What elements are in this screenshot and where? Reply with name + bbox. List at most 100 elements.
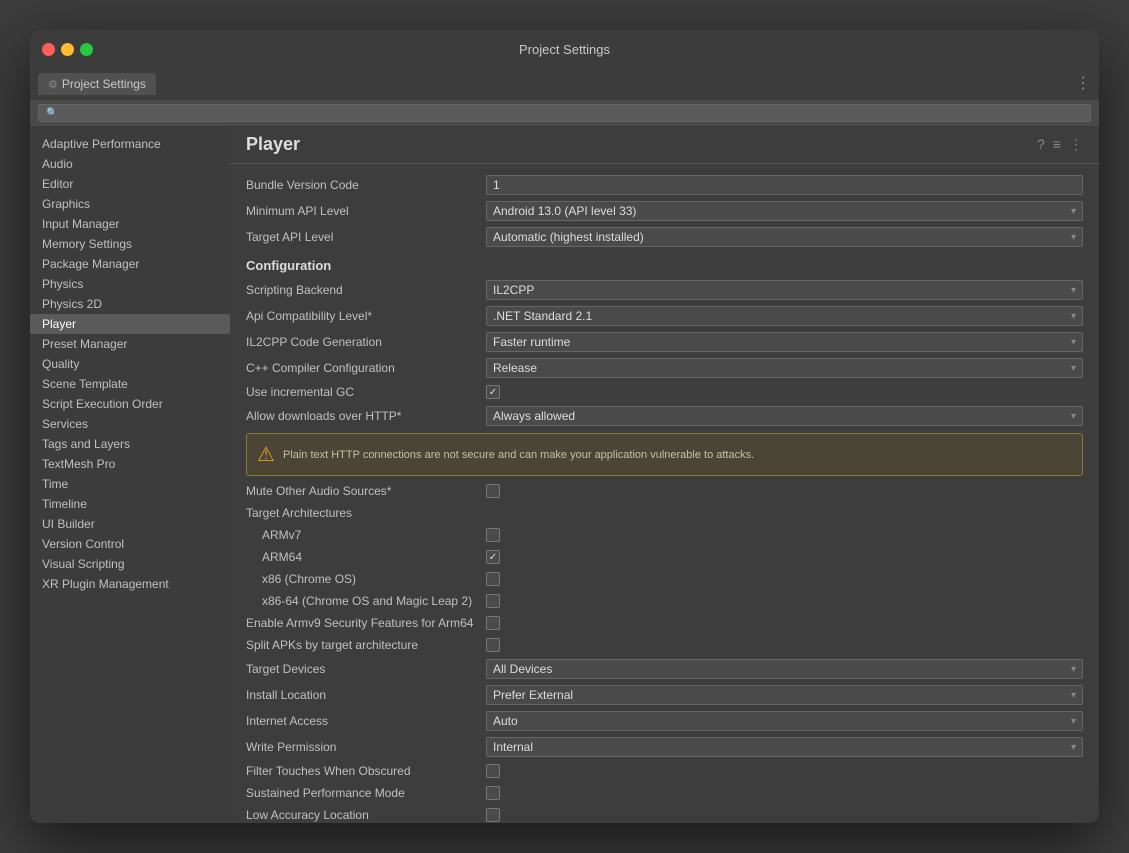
sidebar-item-services[interactable]: Services xyxy=(30,414,230,434)
project-settings-tab[interactable]: ⚙ Project Settings xyxy=(38,73,156,95)
sidebar-item-xr-plugin-management[interactable]: XR Plugin Management xyxy=(30,574,230,594)
titlebar: Project Settings xyxy=(30,30,1099,68)
mute-audio-checkbox[interactable] xyxy=(486,484,500,498)
armv7-checkbox[interactable] xyxy=(486,528,500,542)
write-permission-value: Internal ▾ xyxy=(486,737,1083,757)
dropdown-arrow-icon: ▾ xyxy=(1071,285,1076,296)
sidebar-item-time[interactable]: Time xyxy=(30,474,230,494)
api-compat-dropdown[interactable]: .NET Standard 2.1 ▾ xyxy=(486,306,1083,326)
cpp-compiler-dropdown[interactable]: Release ▾ xyxy=(486,358,1083,378)
internet-access-selected: Auto xyxy=(493,714,518,728)
search-input[interactable] xyxy=(38,104,1091,122)
x86-label: x86 (Chrome OS) xyxy=(246,572,486,586)
x86-64-checkbox[interactable] xyxy=(486,594,500,608)
install-location-selected: Prefer External xyxy=(493,688,573,702)
armv7-value xyxy=(486,528,1083,542)
close-button[interactable] xyxy=(42,43,55,56)
arm64-checkbox[interactable] xyxy=(486,550,500,564)
install-location-dropdown[interactable]: Prefer External ▾ xyxy=(486,685,1083,705)
split-apks-label: Split APKs by target architecture xyxy=(246,638,486,652)
sidebar-item-editor[interactable]: Editor xyxy=(30,174,230,194)
scripting-backend-dropdown[interactable]: IL2CPP ▾ xyxy=(486,280,1083,300)
low-accuracy-checkbox[interactable] xyxy=(486,808,500,822)
target-arch-label: Target Architectures xyxy=(246,506,486,520)
dropdown-arrow-icon: ▾ xyxy=(1071,742,1076,753)
help-icon[interactable]: ? xyxy=(1037,136,1045,153)
api-compat-value: .NET Standard 2.1 ▾ xyxy=(486,306,1083,326)
bundle-version-code-input[interactable] xyxy=(486,175,1083,195)
sidebar-item-script-execution-order[interactable]: Script Execution Order xyxy=(30,394,230,414)
arm64-value xyxy=(486,550,1083,564)
sidebar-item-audio[interactable]: Audio xyxy=(30,154,230,174)
mute-audio-label: Mute Other Audio Sources* xyxy=(246,484,486,498)
write-permission-label: Write Permission xyxy=(246,740,486,754)
min-api-dropdown[interactable]: Android 13.0 (API level 33) ▾ xyxy=(486,201,1083,221)
x86-value xyxy=(486,572,1083,586)
sidebar-item-physics-2d[interactable]: Physics 2D xyxy=(30,294,230,314)
write-permission-dropdown[interactable]: Internal ▾ xyxy=(486,737,1083,757)
minimize-button[interactable] xyxy=(61,43,74,56)
more-options-icon[interactable]: ⋮ xyxy=(1069,136,1083,153)
window-title: Project Settings xyxy=(519,42,610,57)
sidebar-item-preset-manager[interactable]: Preset Manager xyxy=(30,334,230,354)
search-icon: 🔍 xyxy=(46,108,58,119)
target-api-level-row: Target API Level Automatic (highest inst… xyxy=(246,224,1083,250)
sidebar-item-package-manager[interactable]: Package Manager xyxy=(30,254,230,274)
internet-access-dropdown[interactable]: Auto ▾ xyxy=(486,711,1083,731)
filter-touches-checkbox[interactable] xyxy=(486,764,500,778)
armv9-row: Enable Armv9 Security Features for Arm64 xyxy=(246,612,1083,634)
split-apks-checkbox[interactable] xyxy=(486,638,500,652)
sidebar-item-input-manager[interactable]: Input Manager xyxy=(30,214,230,234)
target-devices-dropdown[interactable]: All Devices ▾ xyxy=(486,659,1083,679)
sustained-perf-checkbox[interactable] xyxy=(486,786,500,800)
sidebar-item-physics[interactable]: Physics xyxy=(30,274,230,294)
target-devices-value: All Devices ▾ xyxy=(486,659,1083,679)
write-permission-selected: Internal xyxy=(493,740,533,754)
low-accuracy-row: Low Accuracy Location xyxy=(246,804,1083,823)
sidebar-item-scene-template[interactable]: Scene Template xyxy=(30,374,230,394)
warning-icon: ⚠ xyxy=(257,442,275,467)
cpp-compiler-selected: Release xyxy=(493,361,537,375)
configuration-header: Configuration xyxy=(246,250,1083,277)
sidebar-item-memory-settings[interactable]: Memory Settings xyxy=(30,234,230,254)
x86-64-label: x86-64 (Chrome OS and Magic Leap 2) xyxy=(246,594,486,608)
x86-checkbox[interactable] xyxy=(486,572,500,586)
split-apks-row: Split APKs by target architecture xyxy=(246,634,1083,656)
bundle-version-code-row: Bundle Version Code xyxy=(246,172,1083,198)
gear-icon: ⚙ xyxy=(48,78,58,91)
warning-text: Plain text HTTP connections are not secu… xyxy=(283,449,754,461)
target-devices-selected: All Devices xyxy=(493,662,552,676)
cpp-compiler-label: C++ Compiler Configuration xyxy=(246,361,486,375)
sidebar-item-tags-and-layers[interactable]: Tags and Layers xyxy=(30,434,230,454)
low-accuracy-value xyxy=(486,808,1083,822)
sidebar-item-timeline[interactable]: Timeline xyxy=(30,494,230,514)
armv7-row: ARMv7 xyxy=(246,524,1083,546)
allow-downloads-dropdown[interactable]: Always allowed ▾ xyxy=(486,406,1083,426)
mute-audio-row: Mute Other Audio Sources* xyxy=(246,480,1083,502)
api-compat-row: Api Compatibility Level* .NET Standard 2… xyxy=(246,303,1083,329)
sidebar-item-ui-builder[interactable]: UI Builder xyxy=(30,514,230,534)
dropdown-arrow-icon: ▾ xyxy=(1071,311,1076,322)
more-options-icon[interactable]: ⋮ xyxy=(1075,76,1091,92)
sidebar-item-version-control[interactable]: Version Control xyxy=(30,534,230,554)
sidebar-item-quality[interactable]: Quality xyxy=(30,354,230,374)
il2cpp-codegen-dropdown[interactable]: Faster runtime ▾ xyxy=(486,332,1083,352)
content-scroll[interactable]: Bundle Version Code Minimum API Level An… xyxy=(230,164,1099,823)
armv9-checkbox[interactable] xyxy=(486,616,500,630)
internet-access-label: Internet Access xyxy=(246,714,486,728)
maximize-button[interactable] xyxy=(80,43,93,56)
sidebar-item-textmesh-pro[interactable]: TextMesh Pro xyxy=(30,454,230,474)
write-permission-row: Write Permission Internal ▾ xyxy=(246,734,1083,760)
use-incremental-gc-row: Use incremental GC xyxy=(246,381,1083,403)
sidebar-item-visual-scripting[interactable]: Visual Scripting xyxy=(30,554,230,574)
sidebar-item-player[interactable]: Player xyxy=(30,314,230,334)
sliders-icon[interactable]: ≡ xyxy=(1053,136,1061,153)
api-compat-label: Api Compatibility Level* xyxy=(246,309,486,323)
dropdown-arrow-icon: ▾ xyxy=(1071,232,1076,243)
main-window: Project Settings ⚙ Project Settings ⋮ 🔍 … xyxy=(30,30,1099,823)
search-bar: 🔍 xyxy=(30,100,1099,126)
use-incremental-gc-checkbox[interactable] xyxy=(486,385,500,399)
sidebar-item-adaptive-performance[interactable]: Adaptive Performance xyxy=(30,134,230,154)
target-api-dropdown[interactable]: Automatic (highest installed) ▾ xyxy=(486,227,1083,247)
sidebar-item-graphics[interactable]: Graphics xyxy=(30,194,230,214)
